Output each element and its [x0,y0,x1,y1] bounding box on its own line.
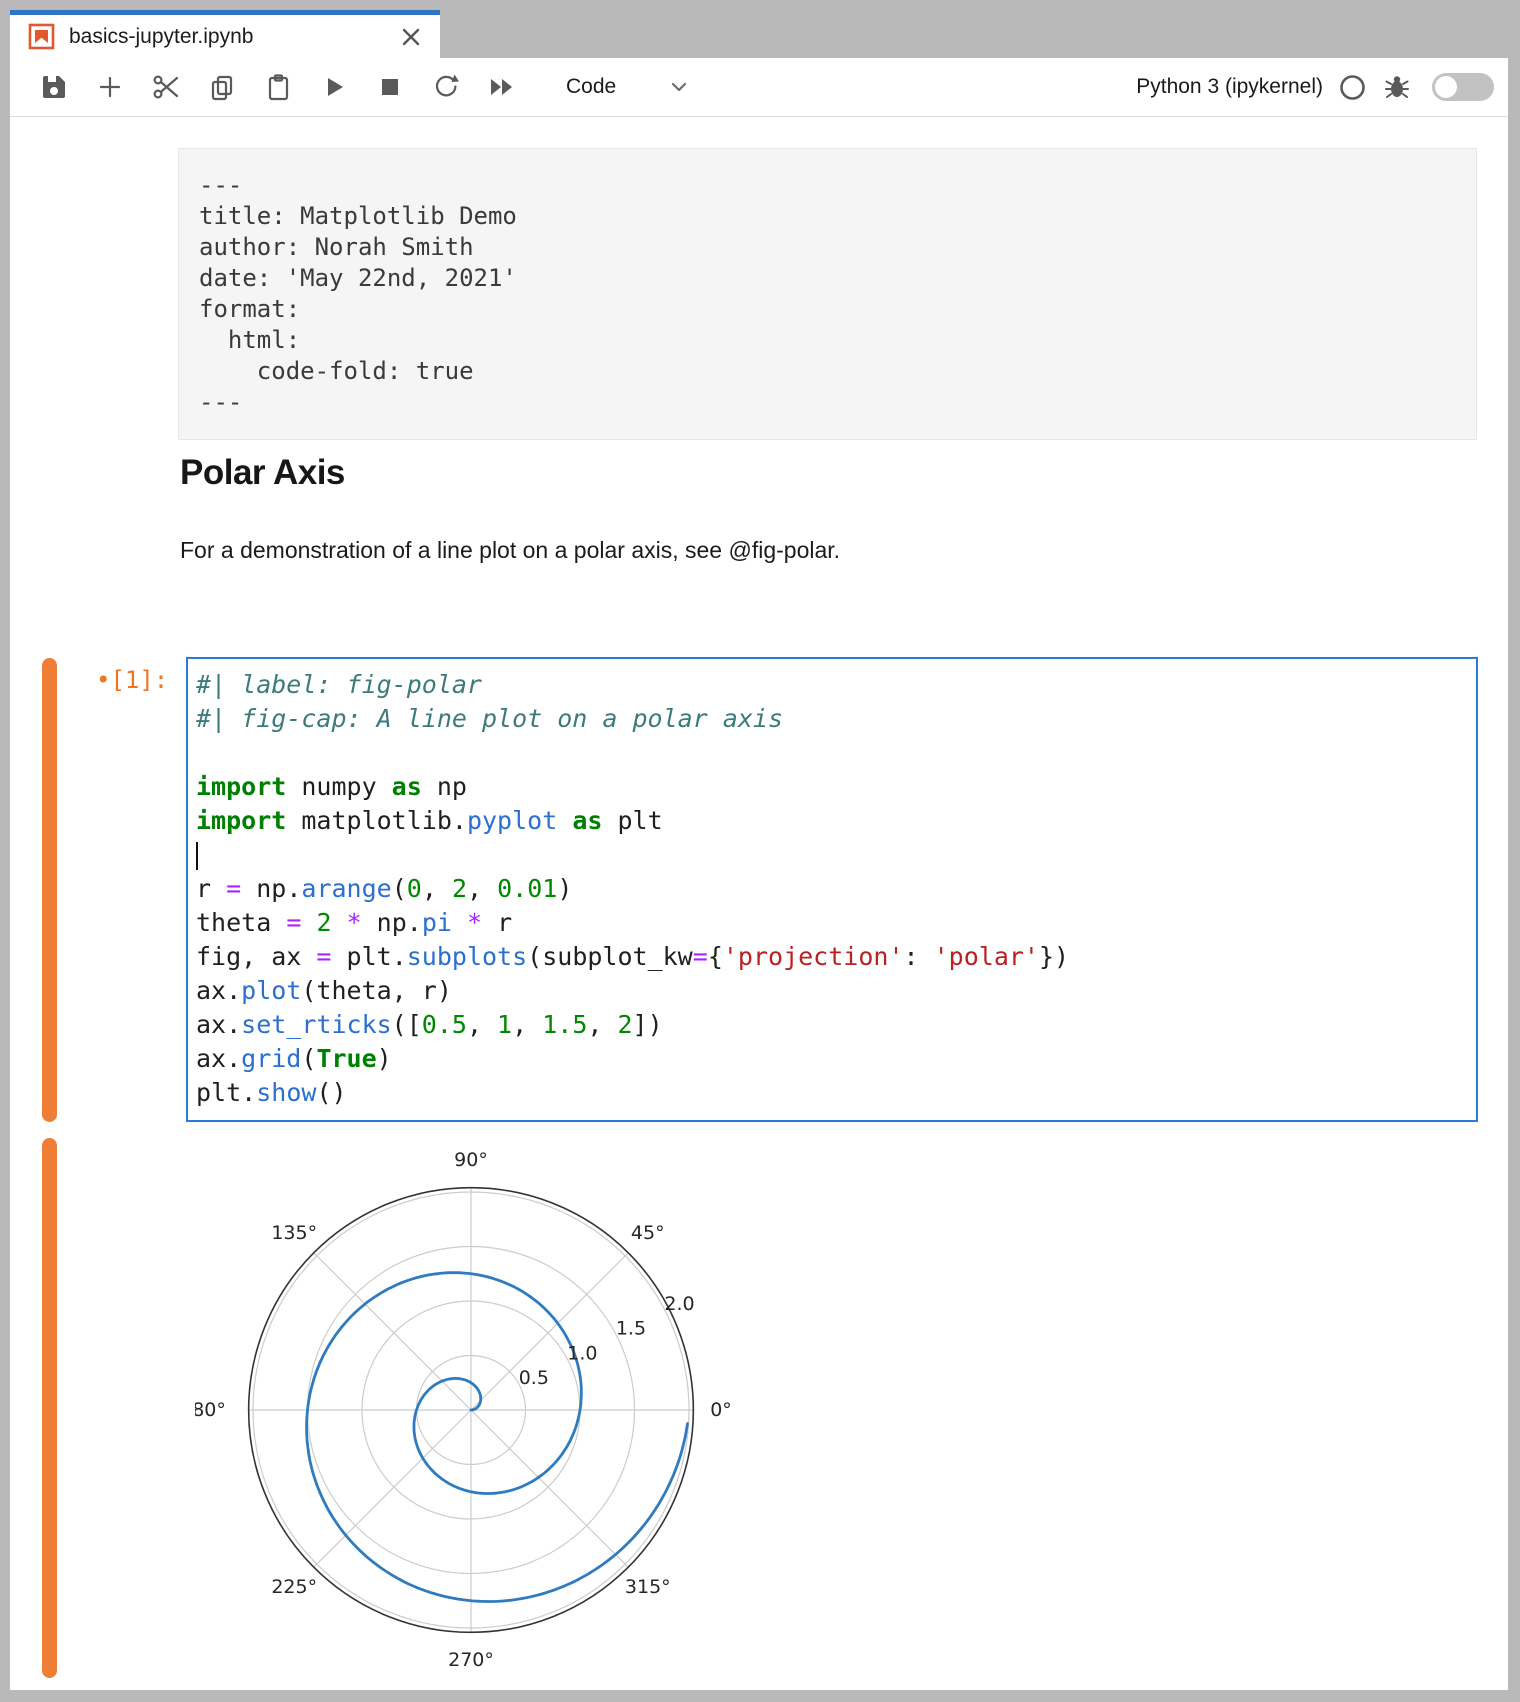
add-cell-icon [97,74,123,100]
chevron-down-icon [668,76,690,98]
restart-run-all-button[interactable] [474,65,530,109]
angle-tick-label: 0° [710,1399,732,1421]
radial-tick-label: 1.5 [616,1318,646,1340]
paste-icon [265,74,292,101]
yaml-line: title: Matplotlib Demo [199,201,1456,232]
close-icon[interactable] [400,26,422,48]
angle-tick-label: 45° [631,1222,665,1244]
application-window: basics-jupyter.ipynb [0,0,1520,1702]
notebook-icon [28,23,55,50]
cell-type-selector[interactable]: Code [566,75,690,99]
angle-tick-label: 90° [454,1149,488,1171]
notebook-toolbar: Code Python 3 (ipykernel) [10,58,1508,117]
execution-count-prompt: •[1]: [96,666,168,694]
polar-plot: 0° 45° 90° 135° 180° 225° 270° 315° 0.5 1.0 1.5 2.0 [195,1130,747,1682]
angle-tick-label: 135° [271,1222,317,1244]
restart-kernel-button[interactable] [418,65,474,109]
yaml-line: author: Norah Smith [199,232,1456,263]
notebook-tab[interactable]: basics-jupyter.ipynb [10,10,440,58]
yaml-line: format: [199,294,1456,325]
simple-mode-toggle[interactable] [1432,73,1494,101]
angle-tick-label: 225° [271,1576,317,1598]
code-editor[interactable]: #| label: fig-polar#| fig-cap: A line pl… [186,657,1478,1122]
cut-icon [152,73,180,101]
angle-tick-label: 315° [625,1576,671,1598]
yaml-line: code-fold: true [199,356,1456,387]
paste-cells-button[interactable] [250,65,306,109]
radial-tick-label: 0.5 [519,1367,549,1389]
fast-forward-icon [488,75,516,99]
yaml-line: html: [199,325,1456,356]
output-cell-collapser[interactable] [42,1138,57,1678]
stop-icon [379,76,401,98]
save-icon [41,74,67,100]
kernel-name[interactable]: Python 3 (ipykernel) [1136,75,1323,99]
tab-title: basics-jupyter.ipynb [69,25,253,49]
copy-cells-button[interactable] [194,65,250,109]
radial-tick-label: 2.0 [664,1293,694,1315]
interrupt-kernel-button[interactable] [362,65,418,109]
copy-icon [209,74,236,101]
run-cell-button[interactable] [306,65,362,109]
cell-type-value: Code [566,75,616,99]
kernel-idle-circle-icon [1339,74,1366,101]
input-cell-collapser[interactable] [42,658,57,1122]
bug-icon [1384,74,1410,100]
angle-tick-label: 270° [448,1649,494,1671]
yaml-frontmatter-block: --- title: Matplotlib Demo author: Norah… [178,148,1477,440]
yaml-line: --- [199,387,1456,418]
page-title: Polar Axis [180,453,345,493]
markdown-paragraph: For a demonstration of a line plot on a … [180,537,840,564]
polar-plot-output: 0° 45° 90° 135° 180° 225° 270° 315° 0.5 1.0 1.5 2.0 [195,1130,747,1682]
radial-tick-label: 1.0 [567,1342,597,1364]
toggle-knob [1435,76,1457,98]
restart-icon [432,73,460,101]
add-cell-button[interactable] [82,65,138,109]
run-icon [322,75,346,99]
angle-tick-label: 180° [195,1399,226,1421]
yaml-line: date: 'May 22nd, 2021' [199,263,1456,294]
cut-cells-button[interactable] [138,65,194,109]
yaml-line: --- [199,170,1456,201]
text-cursor [196,842,198,870]
debugger-button[interactable] [1384,74,1410,100]
save-button[interactable] [26,65,82,109]
notebook-content: --- title: Matplotlib Demo author: Norah… [10,117,1508,1690]
